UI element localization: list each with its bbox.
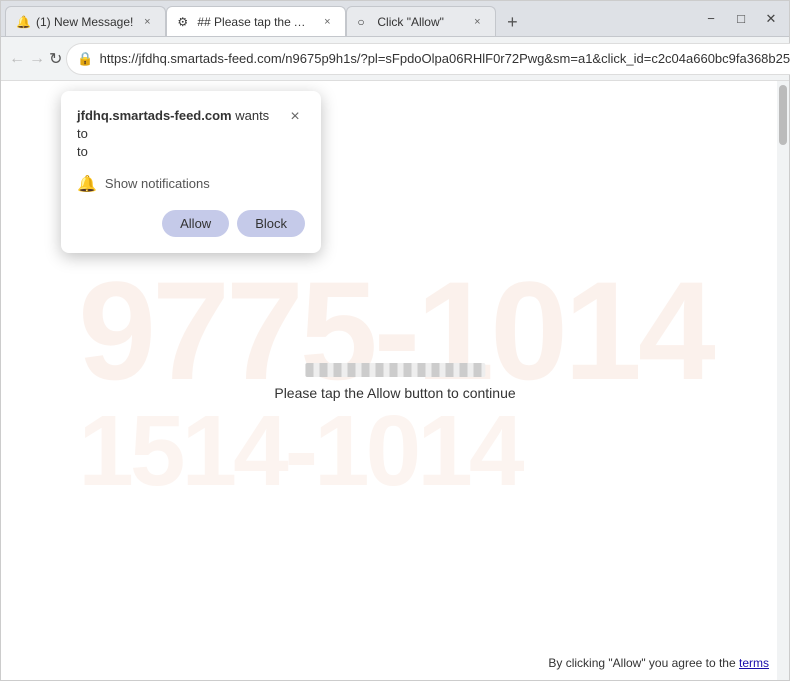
new-tab-button[interactable]: +: [498, 8, 526, 36]
permission-text: Show notifications: [105, 176, 210, 191]
tab-3-close[interactable]: ×: [469, 14, 485, 30]
terms-link[interactable]: terms: [739, 656, 769, 670]
tab-2-favicon: ⚙: [177, 15, 191, 29]
forward-button[interactable]: →: [29, 43, 45, 75]
address-bar[interactable]: 🔒 https://jfdhq.smartads-feed.com/n9675p…: [66, 43, 790, 75]
tab-3[interactable]: ○ Click "Allow" ×: [346, 6, 496, 36]
tab-1-title: (1) New Message!: [36, 15, 133, 29]
scrollbar-thumb[interactable]: [779, 85, 787, 145]
progress-bar: [305, 363, 485, 377]
minimize-button[interactable]: −: [697, 5, 725, 33]
bottom-text: By clicking "Allow" you agree to the ter…: [548, 656, 769, 670]
tab-1[interactable]: 🔔 (1) New Message! ×: [5, 6, 166, 36]
popup-domain: jfdhq.smartads-feed.com: [77, 108, 232, 123]
tab-1-favicon: 🔔: [16, 15, 30, 29]
maximize-button[interactable]: □: [727, 5, 755, 33]
reload-button[interactable]: ↻: [49, 43, 62, 75]
window-controls: − □ ✕: [697, 5, 785, 33]
back-button[interactable]: ←: [9, 43, 25, 75]
popup-close-button[interactable]: ×: [285, 107, 305, 127]
popup-to-text: to: [77, 144, 88, 159]
tab-2[interactable]: ⚙ ## Please tap the Allow button... ×: [166, 6, 346, 36]
popup-header: jfdhq.smartads-feed.com wants to to ×: [77, 107, 305, 162]
watermark-line2: 1514-1014: [78, 401, 712, 501]
notification-row: 🔔 Show notifications: [77, 174, 305, 194]
popup-buttons: Allow Block: [77, 210, 305, 237]
progress-text: Please tap the Allow button to continue: [274, 385, 515, 401]
nav-bar: ← → ↻ 🔒 https://jfdhq.smartads-feed.com/…: [1, 37, 789, 81]
tab-bar: 🔔 (1) New Message! × ⚙ ## Please tap the…: [5, 1, 693, 36]
allow-button[interactable]: Allow: [162, 210, 229, 237]
scrollbar[interactable]: [777, 81, 789, 680]
tab-1-close[interactable]: ×: [139, 14, 155, 30]
bottom-text-content: By clicking "Allow" you agree to the: [548, 656, 735, 670]
block-button[interactable]: Block: [237, 210, 305, 237]
url-text: https://jfdhq.smartads-feed.com/n9675p9h…: [100, 51, 790, 66]
tab-2-close[interactable]: ×: [319, 14, 335, 30]
bell-icon: 🔔: [77, 174, 97, 194]
browser-window: 🔔 (1) New Message! × ⚙ ## Please tap the…: [0, 0, 790, 681]
notification-popup: jfdhq.smartads-feed.com wants to to × 🔔 …: [61, 91, 321, 253]
close-button[interactable]: ✕: [757, 5, 785, 33]
progress-area: Please tap the Allow button to continue: [274, 363, 515, 401]
popup-title: jfdhq.smartads-feed.com wants to to: [77, 107, 281, 162]
page-content: 9775-1014 1514-1014 jfdhq.smartads-feed.…: [1, 81, 789, 680]
tab-2-title: ## Please tap the Allow button...: [197, 15, 313, 29]
lock-icon: 🔒: [77, 51, 93, 67]
title-bar: 🔔 (1) New Message! × ⚙ ## Please tap the…: [1, 1, 789, 37]
tab-3-title: Click "Allow": [377, 15, 463, 29]
tab-3-favicon: ○: [357, 15, 371, 29]
